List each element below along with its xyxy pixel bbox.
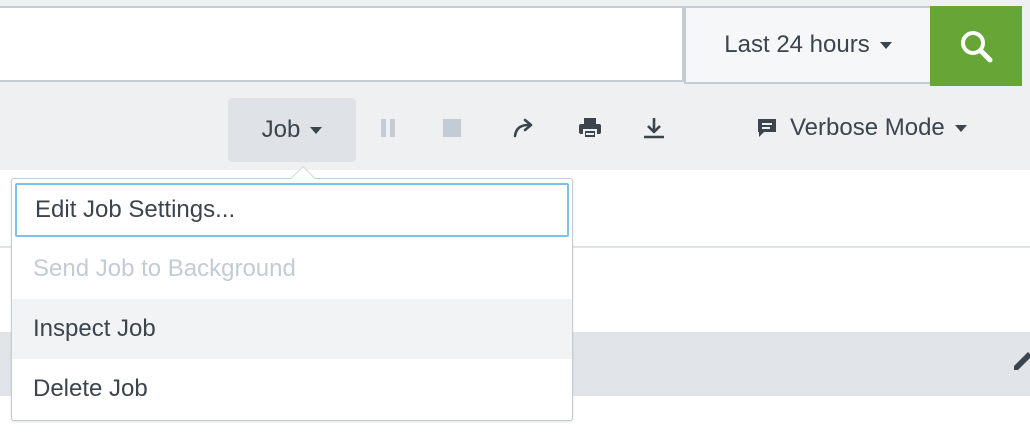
dropdown-arrow-fill: [291, 167, 315, 179]
search-bar: Last 24 hours: [0, 0, 1030, 86]
share-icon: [513, 118, 533, 138]
print-icon: [579, 118, 601, 139]
search-input[interactable]: [0, 6, 684, 82]
chevron-down-icon: [310, 126, 323, 134]
job-toolbar: Job Verbose Mode: [0, 86, 1030, 170]
print-button[interactable]: [576, 114, 604, 142]
pencil-icon[interactable]: [1012, 350, 1030, 376]
stop-button[interactable]: [438, 114, 466, 142]
job-button-label: Job: [261, 116, 301, 143]
time-range-picker[interactable]: Last 24 hours: [684, 6, 932, 84]
menu-item-send-job-to-background: Send Job to Background: [33, 255, 296, 282]
stop-icon: [443, 119, 461, 137]
menu-item-edit-job-settings[interactable]: Edit Job Settings...: [15, 183, 569, 237]
search-mode-label: Verbose Mode: [790, 114, 945, 141]
share-button[interactable]: [510, 114, 538, 142]
pause-icon: [381, 119, 395, 137]
job-dropdown-menu: Edit Job Settings... Send Job to Backgro…: [11, 166, 573, 421]
chevron-down-icon: [954, 124, 967, 132]
search-mode-button[interactable]: Verbose Mode: [756, 106, 967, 150]
pause-button[interactable]: [374, 114, 402, 142]
download-icon: [644, 118, 664, 139]
export-button[interactable]: [640, 114, 668, 142]
time-range-label: Last 24 hours: [724, 31, 870, 58]
comment-icon: [758, 119, 776, 137]
chevron-down-icon: [879, 41, 892, 49]
search-button[interactable]: [930, 6, 1022, 86]
job-menu-button[interactable]: Job: [228, 98, 356, 162]
menu-item-inspect-job[interactable]: Inspect Job: [12, 299, 572, 359]
search-icon: [961, 31, 993, 63]
menu-item-delete-job[interactable]: Delete Job: [12, 359, 572, 419]
